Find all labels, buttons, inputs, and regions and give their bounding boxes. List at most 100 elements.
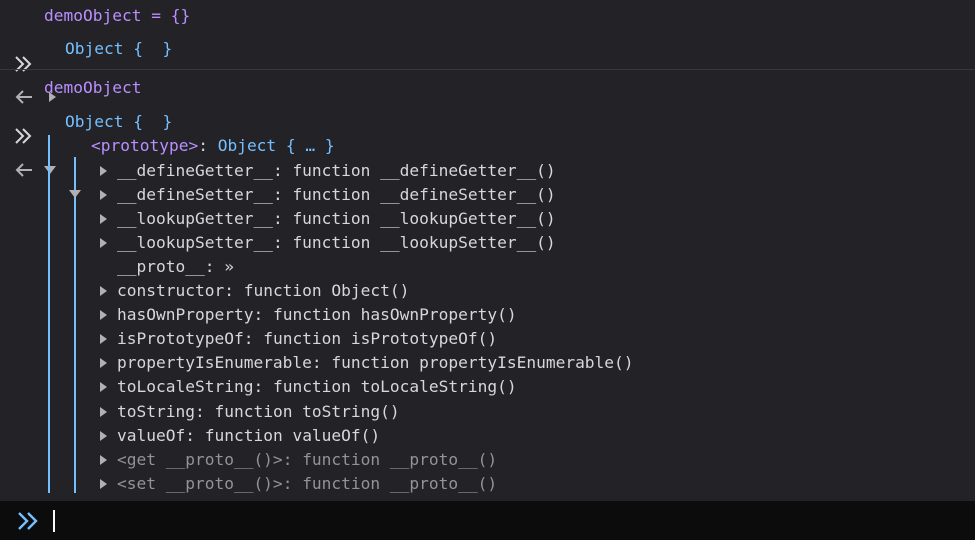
tree-node-label: <get __proto__()>: function __proto__(): [117, 448, 497, 472]
tree-node-label: hasOwnProperty: function hasOwnProperty(…: [117, 303, 517, 327]
triangle-right-icon[interactable]: [46, 37, 58, 102]
tree-node-member[interactable]: <get __proto__()>: function __proto__(): [0, 448, 975, 472]
tree-node-separator: :: [282, 473, 303, 493]
triangle-down-icon[interactable]: [44, 110, 56, 174]
tree-node-value: function __proto__(): [302, 473, 498, 493]
tree-node-value: Object { … }: [217, 136, 335, 155]
tree-node-label: propertyIsEnumerable: function propertyI…: [117, 351, 634, 375]
output-object-text[interactable]: Object { }: [65, 110, 172, 134]
triangle-right-icon[interactable]: [97, 279, 109, 303]
triangle-right-icon[interactable]: [97, 231, 109, 255]
tree-node-member[interactable]: __defineGetter__: function __defineGette…: [0, 159, 975, 183]
tree-node-value: function propertyIsEnumerable(): [331, 353, 634, 373]
double-chevron-right-icon: [12, 76, 36, 144]
tree-node-value: function hasOwnProperty(): [272, 305, 517, 325]
arrow-left-icon: [12, 37, 36, 104]
tree-node-label: valueOf: function valueOf(): [117, 424, 380, 448]
triangle-right-icon[interactable]: [97, 303, 109, 327]
triangle-right-icon[interactable]: [97, 351, 109, 375]
tree-node-member[interactable]: toString: function toString(): [0, 400, 975, 424]
tree-node-separator: :: [311, 353, 332, 373]
tree-node-member[interactable]: __lookupGetter__: function __lookupGette…: [0, 207, 975, 231]
tree-node-label: constructor: function Object(): [117, 279, 409, 303]
triangle-right-icon[interactable]: [97, 183, 109, 207]
console-input-bar[interactable]: [0, 501, 975, 540]
tree-node-separator: :: [198, 136, 218, 155]
tree-node-separator: :: [253, 305, 273, 325]
tree-node-label: toString: function toString(): [117, 400, 400, 424]
tree-node-label: __defineGetter__: function __defineGette…: [117, 159, 556, 183]
tree-node-key: __defineSetter__: [117, 184, 273, 204]
tree-node-member[interactable]: propertyIsEnumerable: function propertyI…: [0, 351, 975, 375]
tree-node-separator: :: [185, 425, 205, 445]
tree-node-value: function isPrototypeOf(): [263, 329, 498, 349]
tree-node-value: function __lookupSetter__(): [292, 232, 556, 252]
tree-node-value: function toString(): [214, 401, 400, 421]
tree-node-separator: :: [282, 449, 303, 469]
input-caret: [53, 510, 55, 532]
tree-node-key: <prototype>: [91, 136, 199, 155]
arrow-left-icon: [12, 110, 36, 177]
tree-node-separator: :: [243, 329, 264, 349]
triangle-down-icon[interactable]: [69, 134, 81, 198]
tree-node-label: __defineSetter__: function __defineSette…: [117, 183, 556, 207]
tree-node-separator: :: [194, 401, 215, 421]
tree-node-label: __lookupSetter__: function __lookupSette…: [117, 231, 556, 255]
tree-node-label: __lookupGetter__: function __lookupGette…: [117, 207, 556, 231]
tree-node-key: toString: [117, 401, 195, 421]
input-command-text[interactable]: demoObject: [44, 76, 141, 100]
tree-node-label: __proto__: »: [117, 255, 234, 279]
tree-node-value: function __proto__(): [302, 449, 498, 469]
tree-node-member[interactable]: __lookupSetter__: function __lookupSette…: [0, 231, 975, 255]
tree-node-label: <set __proto__()>: function __proto__(): [117, 472, 497, 496]
tree-node-label: <prototype>: Object { … }: [91, 134, 335, 158]
triangle-right-icon[interactable]: [97, 159, 109, 183]
tree-node-member: __proto__: »: [0, 255, 975, 279]
triangle-right-icon[interactable]: [97, 400, 109, 424]
double-chevron-right-icon: [12, 4, 36, 72]
console-input-row: demoObject: [0, 76, 975, 144]
tree-node-member[interactable]: <set __proto__()>: function __proto__(): [0, 472, 975, 496]
triangle-right-icon[interactable]: [97, 207, 109, 231]
tree-node-separator: :: [272, 184, 293, 204]
console-output-row: Object { }: [0, 110, 975, 177]
input-command-text[interactable]: demoObject = {}: [44, 4, 190, 28]
tree-node-value: function __lookupGetter__(): [292, 208, 556, 228]
tree-node-key: propertyIsEnumerable: [117, 353, 312, 373]
triangle-right-icon[interactable]: [97, 327, 109, 351]
tree-node-separator: :: [224, 281, 244, 300]
message-separator: [0, 69, 975, 70]
tree-node-value: function __defineGetter__(): [292, 160, 556, 180]
output-object-text[interactable]: Object { }: [65, 37, 172, 61]
tree-node-member[interactable]: isPrototypeOf: function isPrototypeOf(): [0, 327, 975, 351]
tree-node-value: function valueOf(): [204, 425, 381, 445]
tree-node-value: »: [224, 256, 234, 276]
tree-node-separator: :: [204, 256, 225, 276]
tree-node-label: isPrototypeOf: function isPrototypeOf(): [117, 327, 497, 351]
tree-node-value: function Object(): [243, 281, 410, 300]
console-input-row: demoObject = {}: [0, 4, 975, 72]
triangle-right-icon[interactable]: [97, 424, 109, 448]
tree-node-key: __defineGetter__: [117, 160, 273, 180]
tree-node-key: __lookupGetter__: [117, 208, 273, 228]
tree-node-key: isPrototypeOf: [117, 329, 244, 349]
tree-node-label: toLocaleString: function toLocaleString(…: [117, 375, 517, 399]
tree-node-key: valueOf: [117, 425, 186, 445]
triangle-right-icon[interactable]: [97, 472, 109, 496]
console-output-row: Object { }: [0, 37, 975, 104]
tree-node-member[interactable]: constructor: function Object(): [0, 279, 975, 303]
tree-node-member[interactable]: __defineSetter__: function __defineSette…: [0, 183, 975, 207]
triangle-right-icon[interactable]: [97, 448, 109, 472]
tree-node-key: <get __proto__()>: [117, 449, 283, 469]
tree-node-member[interactable]: hasOwnProperty: function hasOwnProperty(…: [0, 303, 975, 327]
tree-node-key: hasOwnProperty: [117, 305, 254, 325]
tree-node-member[interactable]: toLocaleString: function toLocaleString(…: [0, 375, 975, 399]
tree-node-key: <set __proto__()>: [117, 473, 283, 493]
tree-node-separator: :: [253, 377, 273, 397]
console-panel: demoObject = {} Object { } demoObject Ob…: [0, 0, 975, 540]
triangle-right-icon[interactable]: [97, 375, 109, 399]
tree-node-value: function toLocaleString(): [272, 377, 517, 397]
tree-node-member[interactable]: valueOf: function valueOf(): [0, 424, 975, 448]
tree-node-key: __lookupSetter__: [117, 232, 273, 252]
tree-node-prototype[interactable]: <prototype>: Object { … }: [0, 134, 975, 198]
